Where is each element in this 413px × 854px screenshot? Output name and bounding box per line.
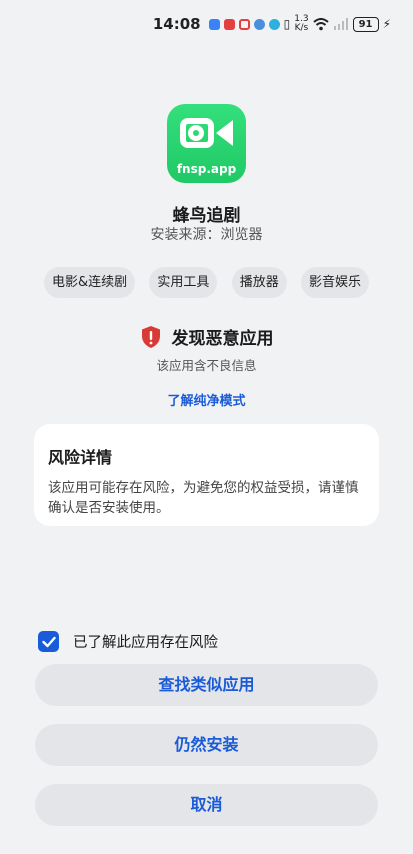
risk-acknowledge-label: 已了解此应用存在风险 <box>73 635 218 651</box>
risk-details-description: 该应用可能存在风险，为避免您的权益受损，请谨慎确认是否安装使用。 <box>48 480 359 516</box>
charging-icon: ⚡ <box>382 17 391 31</box>
app-name: 蜂鸟追剧 <box>172 206 241 226</box>
cancel-button[interactable]: 取消 <box>35 784 378 826</box>
find-similar-apps-button[interactable]: 查找类似应用 <box>35 664 378 706</box>
app-icon: fnsp.app <box>167 104 246 183</box>
app-icon-text: fnsp.app <box>176 162 237 176</box>
risk-details-title: 风险详情 <box>48 448 113 467</box>
camera-lens-shape <box>188 125 204 141</box>
status-bar: 14:08 ▯ 1.3 K/s 91 ⚡ <box>0 12 413 36</box>
shield-warning-icon <box>141 325 160 348</box>
category-tags: 电影&连续剧 实用工具 播放器 影音娱乐 <box>44 267 369 298</box>
camera-viewfinder-shape <box>216 120 233 146</box>
learn-pure-mode-link[interactable]: 了解纯净模式 <box>0 390 413 409</box>
warning-subtitle: 该应用含不良信息 <box>156 358 257 373</box>
risk-acknowledge-row[interactable]: 已了解此应用存在风险 <box>38 631 218 652</box>
notification-app-icon <box>238 18 250 30</box>
install-anyway-button[interactable]: 仍然安装 <box>35 724 378 766</box>
risk-details-card: 风险详情 该应用可能存在风险，为避免您的权益受损，请谨慎确认是否安装使用。 <box>34 424 379 526</box>
category-tag: 影音娱乐 <box>300 267 369 298</box>
install-source: 安装来源：浏览器 <box>150 227 263 243</box>
category-tag: 实用工具 <box>149 267 218 298</box>
category-tag: 播放器 <box>231 267 287 298</box>
warning-title: 发现恶意应用 <box>171 329 274 349</box>
battery-icon: 91 <box>352 16 379 32</box>
vibrate-icon: ▯ <box>283 17 291 31</box>
network-speed: 1.3 K/s <box>294 14 309 33</box>
warning-header: 发现恶意应用 <box>0 324 413 349</box>
notification-app-icon <box>268 18 280 30</box>
wifi-icon <box>312 17 329 30</box>
notification-app-icon <box>253 18 265 30</box>
status-time: 14:08 <box>152 15 201 33</box>
notification-app-icon <box>223 18 235 30</box>
category-tag: 电影&连续剧 <box>44 267 136 298</box>
notification-app-icon <box>208 18 220 30</box>
checkbox-checked-icon[interactable] <box>38 631 59 652</box>
signal-icon <box>333 18 348 30</box>
